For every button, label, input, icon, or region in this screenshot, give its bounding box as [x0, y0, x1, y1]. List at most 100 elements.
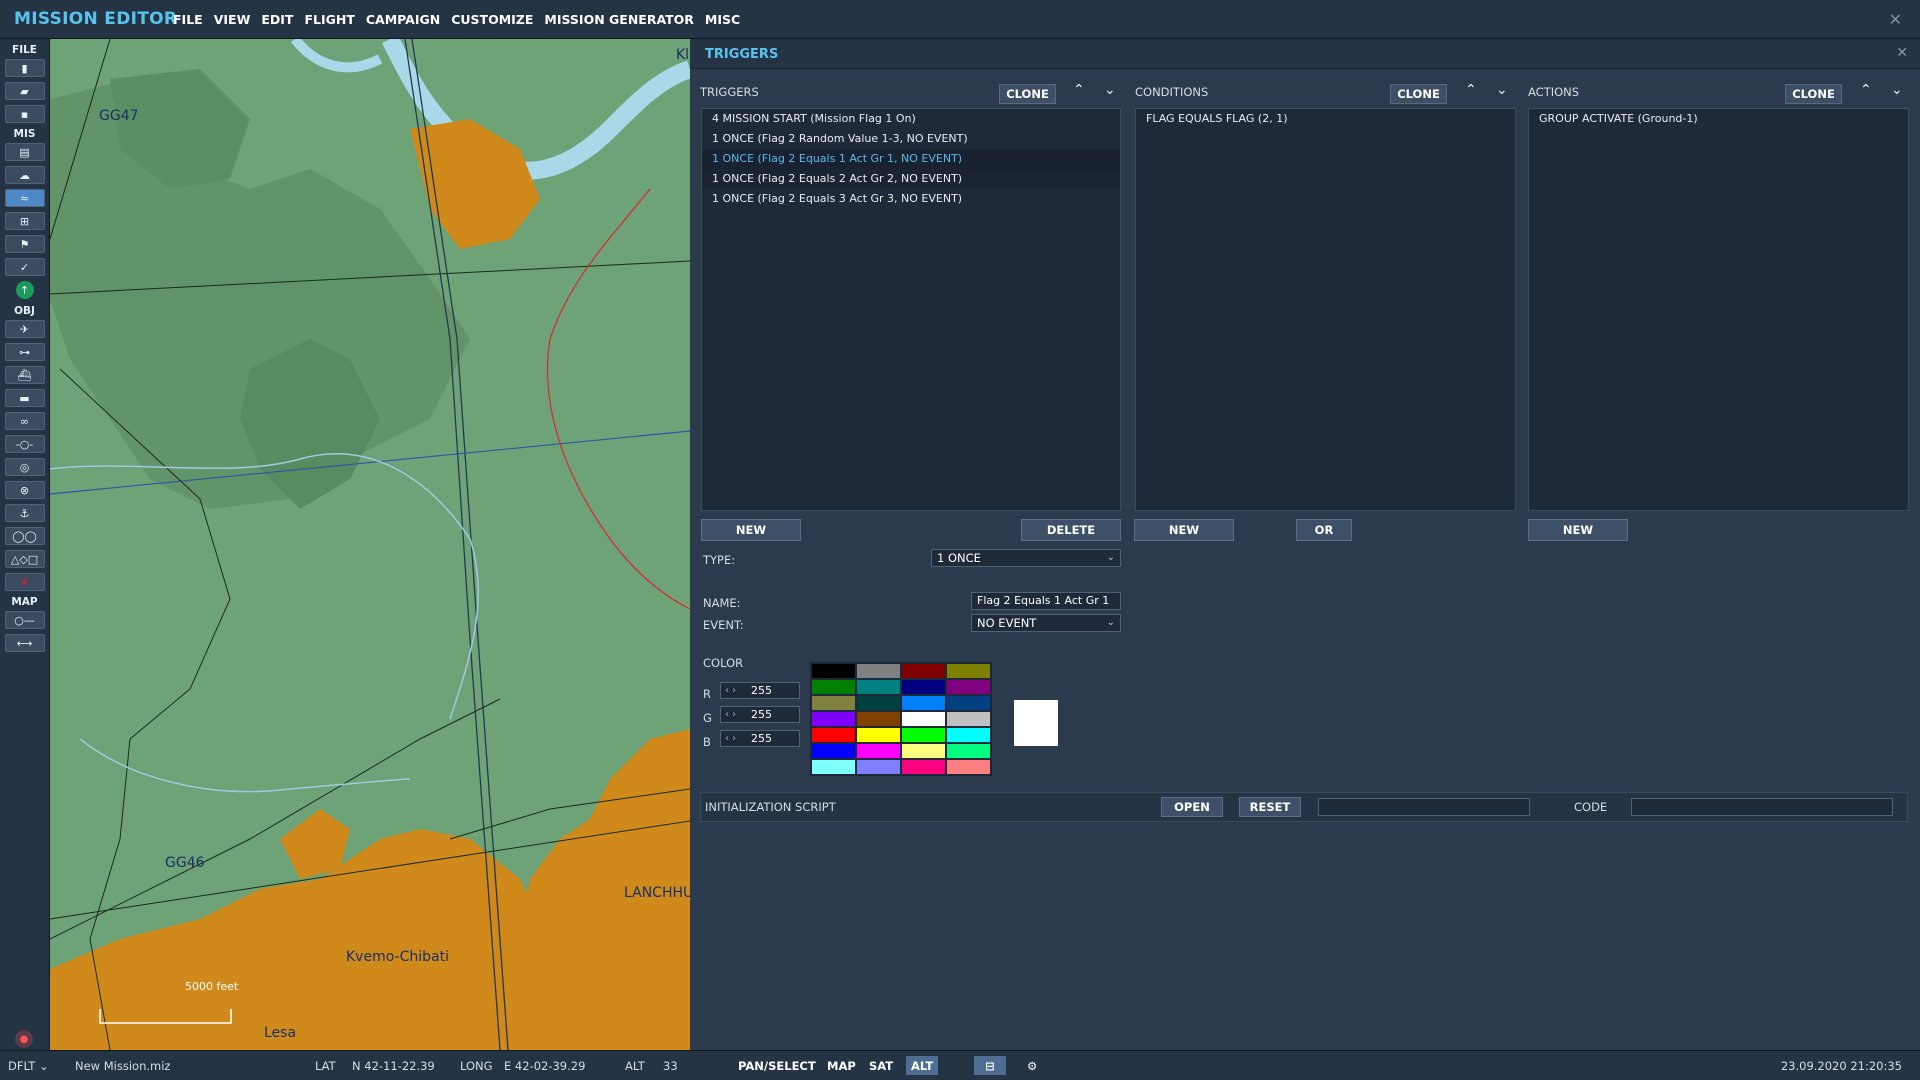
move-down-icon[interactable]: ⌄	[1496, 82, 1508, 98]
flag-icon[interactable]: ⚑	[4, 235, 45, 253]
stepper-arrows-icon[interactable]: ‹ ›	[725, 731, 736, 746]
color-swatch[interactable]	[811, 679, 856, 695]
menu-edit[interactable]: EDIT	[261, 12, 293, 27]
color-swatch[interactable]	[946, 711, 991, 727]
type-select[interactable]: 1 ONCE ⌄	[931, 549, 1121, 567]
sat-mode-button[interactable]: SAT	[864, 1056, 898, 1075]
color-swatch[interactable]	[901, 743, 946, 759]
clone-condition-button[interactable]: CLONE	[1390, 84, 1447, 104]
clone-action-button[interactable]: CLONE	[1785, 84, 1842, 104]
color-swatch[interactable]	[946, 695, 991, 711]
map-options-icon[interactable]: ○—	[4, 611, 45, 629]
close-panel-icon[interactable]: ✕	[1896, 45, 1908, 61]
action-item[interactable]: GROUP ACTIVATE (Ground-1)	[1529, 109, 1908, 129]
color-swatch[interactable]	[901, 663, 946, 679]
color-swatch[interactable]	[856, 727, 901, 743]
menu-file[interactable]: FILE	[173, 12, 203, 27]
color-swatch[interactable]	[811, 727, 856, 743]
zone-icon[interactable]: ⊗	[4, 481, 45, 499]
color-swatch[interactable]	[901, 679, 946, 695]
target-icon[interactable]: ◎	[4, 458, 45, 476]
trigger-item[interactable]: 1 ONCE (Flag 2 Equals 2 Act Gr 2, NO EVE…	[702, 169, 1120, 189]
open-script-button[interactable]: OPEN	[1161, 797, 1223, 817]
ground-vehicle-icon[interactable]: ▬	[4, 389, 45, 407]
menu-misc[interactable]: MISC	[705, 12, 740, 27]
color-swatch[interactable]	[856, 695, 901, 711]
b-stepper[interactable]: ‹ › 255	[720, 730, 800, 747]
color-swatch[interactable]	[856, 663, 901, 679]
color-swatch[interactable]	[946, 679, 991, 695]
waypoint-icon[interactable]: -○-	[4, 435, 45, 453]
color-swatch[interactable]	[856, 711, 901, 727]
or-condition-button[interactable]: OR	[1296, 519, 1352, 541]
open-folder-icon[interactable]: ▰	[4, 82, 45, 100]
color-swatch[interactable]	[901, 695, 946, 711]
stepper-arrows-icon[interactable]: ‹ ›	[725, 707, 736, 722]
move-down-icon[interactable]: ⌄	[1104, 82, 1116, 98]
map-mode-button[interactable]: MAP	[822, 1056, 861, 1075]
new-action-button[interactable]: NEW	[1528, 519, 1628, 541]
delete-trigger-button[interactable]: DELETE	[1021, 519, 1121, 541]
color-swatch[interactable]	[946, 727, 991, 743]
save-icon[interactable]: ▪	[4, 105, 45, 123]
trigger-item[interactable]: 1 ONCE (Flag 2 Equals 3 Act Gr 3, NO EVE…	[702, 189, 1120, 209]
move-up-icon[interactable]: ⌃	[1465, 82, 1477, 98]
delete-icon[interactable]: ✕	[4, 573, 45, 591]
trigger-item[interactable]: 4 MISSION START (Mission Flag 1 On)	[702, 109, 1120, 129]
color-swatch[interactable]	[946, 759, 991, 775]
shapes-icon[interactable]: △◇□	[4, 550, 45, 568]
color-swatch[interactable]	[811, 711, 856, 727]
anchor-icon[interactable]: ⚓	[4, 504, 45, 522]
menu-mission-generator[interactable]: MISSION GENERATOR	[544, 12, 694, 27]
ship-icon[interactable]: ⛴	[4, 366, 45, 384]
map-view[interactable]: GG47 GG46 Kvemo-Chibati LANCHHU Lesa Kl …	[50, 39, 690, 1050]
menu-campaign[interactable]: CAMPAIGN	[366, 12, 440, 27]
color-swatch[interactable]	[811, 759, 856, 775]
move-up-icon[interactable]: ⌃	[1073, 82, 1085, 98]
color-swatch[interactable]	[811, 695, 856, 711]
stepper-arrows-icon[interactable]: ‹ ›	[725, 683, 736, 698]
trigger-item[interactable]: 1 ONCE (Flag 2 Random Value 1-3, NO EVEN…	[702, 129, 1120, 149]
code-field[interactable]	[1631, 798, 1893, 816]
menu-flight[interactable]: FLIGHT	[304, 12, 354, 27]
condition-item[interactable]: FLAG EQUALS FLAG (2, 1)	[1136, 109, 1515, 129]
r-stepper[interactable]: ‹ › 255	[720, 682, 800, 699]
color-swatch[interactable]	[811, 663, 856, 679]
color-swatch[interactable]	[901, 727, 946, 743]
pan-select-button[interactable]: PAN/SELECT	[733, 1056, 821, 1075]
color-swatch[interactable]	[811, 743, 856, 759]
menu-customize[interactable]: CUSTOMIZE	[451, 12, 533, 27]
template-icon[interactable]: ◯◯	[4, 527, 45, 545]
menu-view[interactable]: VIEW	[214, 12, 251, 27]
clone-trigger-button[interactable]: CLONE	[999, 84, 1056, 104]
coalition-icon[interactable]: ↑	[15, 281, 34, 299]
color-swatch[interactable]	[946, 663, 991, 679]
alt-mode-button[interactable]: ALT	[906, 1056, 939, 1075]
new-file-icon[interactable]: ▮	[4, 59, 45, 77]
color-swatch[interactable]	[856, 759, 901, 775]
color-swatch[interactable]	[946, 743, 991, 759]
move-up-icon[interactable]: ⌃	[1860, 82, 1872, 98]
weather-icon[interactable]: ☁	[4, 166, 45, 184]
script-file-field[interactable]	[1318, 798, 1530, 816]
g-stepper[interactable]: ‹ › 255	[720, 706, 800, 723]
settings-icon[interactable]: ⚙	[1022, 1056, 1042, 1075]
static-object-icon[interactable]: ∞	[4, 412, 45, 430]
layer-icon[interactable]: ⊟	[974, 1056, 1006, 1075]
helicopter-icon[interactable]: ⊶	[4, 343, 45, 361]
color-swatch[interactable]	[856, 679, 901, 695]
ruler-icon[interactable]: ⟷	[4, 634, 45, 652]
triggers-icon[interactable]: ≈	[4, 189, 45, 207]
name-field[interactable]: Flag 2 Equals 1 Act Gr 1	[971, 592, 1121, 610]
trigger-item-selected[interactable]: 1 ONCE (Flag 2 Equals 1 Act Gr 1, NO EVE…	[702, 149, 1120, 169]
mode-select[interactable]: DFLT ⌄	[8, 1059, 49, 1073]
goals-icon[interactable]: ⊞	[4, 212, 45, 230]
color-swatch[interactable]	[901, 759, 946, 775]
check-icon[interactable]: ✓	[4, 258, 45, 276]
briefing-icon[interactable]: ▤	[4, 143, 45, 161]
reset-script-button[interactable]: RESET	[1239, 797, 1301, 817]
record-icon[interactable]: ●	[15, 1030, 33, 1048]
close-app-icon[interactable]: ✕	[1889, 10, 1902, 29]
event-select[interactable]: NO EVENT ⌄	[971, 614, 1121, 632]
new-condition-button[interactable]: NEW	[1134, 519, 1234, 541]
